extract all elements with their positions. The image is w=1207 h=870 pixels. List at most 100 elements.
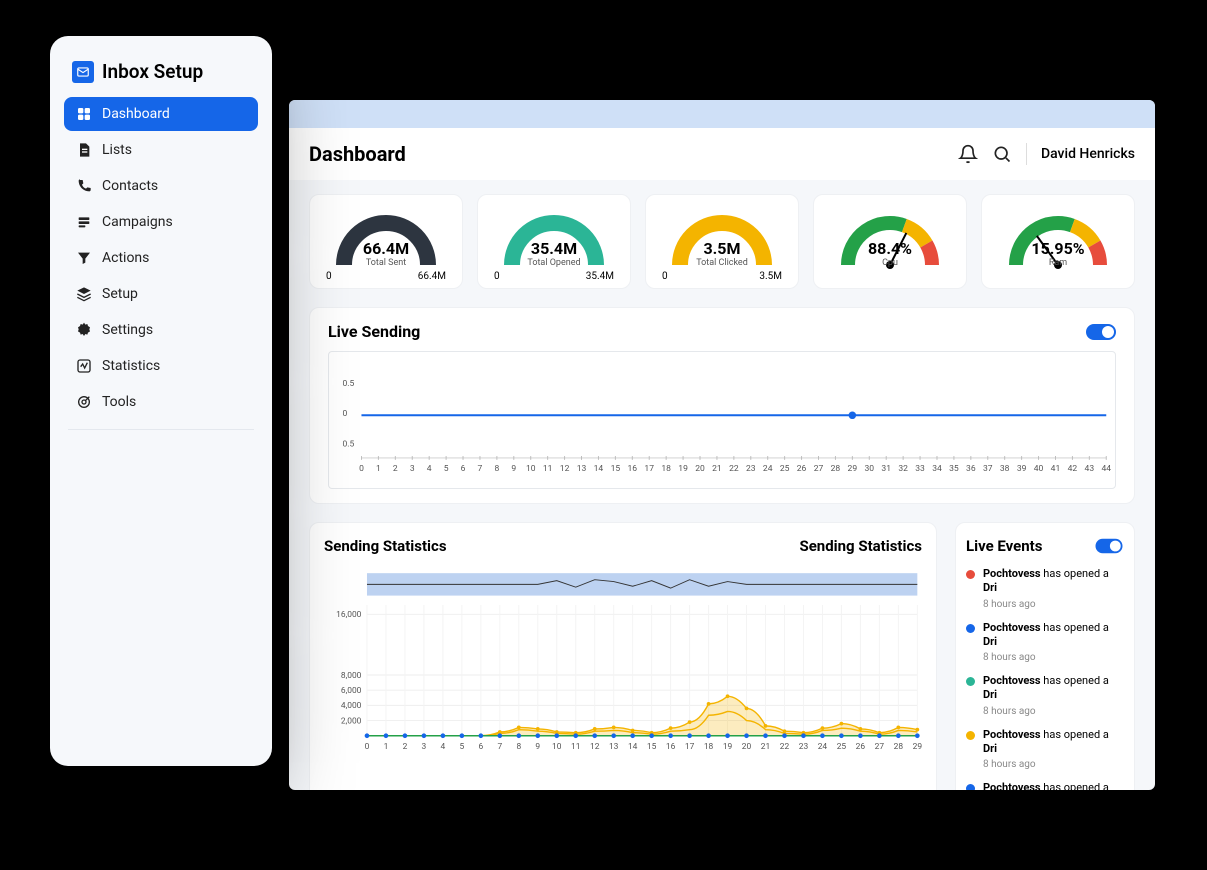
svg-text:11: 11 [543,464,553,474]
svg-text:13: 13 [577,464,587,474]
svg-text:15: 15 [647,742,657,752]
svg-text:32: 32 [898,464,908,474]
svg-text:28: 28 [894,742,904,752]
sidebar-item-dashboard[interactable]: Dashboard [64,97,258,131]
svg-text:37: 37 [983,464,993,474]
user-name[interactable]: David Henricks [1041,146,1135,162]
svg-text:4: 4 [441,742,446,752]
svg-text:27: 27 [875,742,885,752]
event-dot-icon [966,570,975,579]
live-event-item[interactable]: Pochtovess has opened a Dri 8 hours ago [966,674,1124,718]
brand-logo[interactable]: Inbox Setup [64,54,258,97]
sidebar-item-actions[interactable]: Actions [64,241,258,275]
live-events-title: Live Events [966,537,1042,555]
grid-icon [76,106,92,122]
sidebar-item-lists[interactable]: Lists [64,133,258,167]
svg-text:0: 0 [342,409,347,419]
event-text: Pochtovess has opened a Dri 8 hours ago [983,781,1124,790]
svg-text:11: 11 [571,742,580,752]
svg-text:5: 5 [460,742,465,752]
stats-title-right: Sending Statistics [799,537,922,555]
event-time: 8 hours ago [983,651,1124,664]
svg-text:8,000: 8,000 [341,671,362,681]
live-events-toggle[interactable] [1096,539,1123,553]
event-dot-icon [966,624,975,633]
svg-text:44: 44 [1101,464,1111,474]
mail-icon [72,61,94,83]
gauge-cpu: 88.4% Cpu [813,194,967,289]
event-text: Pochtovess has opened a Dri 8 hours ago [983,621,1124,665]
main-content: 66.4M Total Sent 066.4M 35.4M Total Open… [289,180,1155,790]
sidebar-item-label: Statistics [102,358,160,374]
sending-statistics-card: Sending Statistics Sending Statistics 16… [309,522,937,790]
phone-icon [76,178,92,194]
svg-text:1: 1 [376,464,381,474]
svg-text:20: 20 [695,464,705,474]
svg-text:27: 27 [814,464,824,474]
event-text: Pochtovess has opened a Dri 8 hours ago [983,567,1124,611]
svg-text:16: 16 [628,464,638,474]
sidebar-item-statistics[interactable]: Statistics [64,349,258,383]
funnel-icon [76,250,92,266]
svg-text:42: 42 [1068,464,1078,474]
svg-text:2: 2 [393,464,398,474]
svg-text:7: 7 [478,464,483,474]
svg-text:23: 23 [799,742,809,752]
svg-text:4: 4 [427,464,432,474]
live-event-item[interactable]: Pochtovess has opened a Dri 8 hours ago [966,621,1124,665]
divider [1026,143,1027,165]
live-event-item[interactable]: Pochtovess has opened a Dri 8 hours ago [966,781,1124,790]
svg-text:18: 18 [661,464,671,474]
live-event-item[interactable]: Pochtovess has opened a Dri 8 hours ago [966,728,1124,772]
svg-text:20: 20 [742,742,752,752]
svg-text:6,000: 6,000 [341,686,362,696]
svg-text:26: 26 [797,464,807,474]
svg-text:35: 35 [949,464,959,474]
gauge-label: Cpu [830,258,950,268]
gauge-row: 66.4M Total Sent 066.4M 35.4M Total Open… [309,194,1135,289]
sidebar-item-tools[interactable]: Tools [64,385,258,419]
search-icon[interactable] [992,144,1012,164]
svg-text:17: 17 [644,464,654,474]
gauge-value: 3.5M [662,239,782,258]
sidebar-item-contacts[interactable]: Contacts [64,169,258,203]
sidebar-item-setup[interactable]: Setup [64,277,258,311]
sidebar-divider [68,429,254,430]
live-events-card: Live Events Pochtovess has opened a Dri … [955,522,1135,790]
page-title: Dashboard [309,142,406,166]
svg-text:6: 6 [461,464,466,474]
stack-icon [76,286,92,302]
live-sending-toggle[interactable] [1086,324,1116,340]
gauge-ram: 15.95% Ram [981,194,1135,289]
svg-text:5: 5 [444,464,449,474]
event-dot-icon [966,731,975,740]
svg-text:0: 0 [359,464,364,474]
svg-text:2,000: 2,000 [341,716,362,726]
live-sending-chart: 0.500.5012345678910111213141516171819202… [328,351,1116,489]
gauge-value: 88.4% [830,239,950,258]
svg-text:21: 21 [712,464,722,474]
svg-text:17: 17 [685,742,695,752]
sidebar-item-campaigns[interactable]: Campaigns [64,205,258,239]
gauge-label: Total Sent [326,258,446,268]
live-event-item[interactable]: Pochtovess has opened a Dri 8 hours ago [966,567,1124,611]
gear-icon [76,322,92,338]
svg-text:3: 3 [422,742,427,752]
bell-icon[interactable] [958,144,978,164]
event-text: Pochtovess has opened a Dri 8 hours ago [983,674,1124,718]
stats-title-left: Sending Statistics [324,537,447,555]
document-icon [76,142,92,158]
sidebar-item-label: Campaigns [102,214,173,230]
svg-text:9: 9 [511,464,516,474]
svg-text:36: 36 [966,464,976,474]
gauge-label: Total Opened [494,258,614,268]
svg-text:15: 15 [611,464,621,474]
event-text: Pochtovess has opened a Dri 8 hours ago [983,728,1124,772]
gauge-total-opened: 35.4M Total Opened 035.4M [477,194,631,289]
activity-icon [76,358,92,374]
sidebar-item-settings[interactable]: Settings [64,313,258,347]
gauge-value: 35.4M [494,239,614,258]
svg-text:4,000: 4,000 [341,701,362,711]
svg-text:24: 24 [818,742,828,752]
sidebar-item-label: Dashboard [102,106,170,122]
